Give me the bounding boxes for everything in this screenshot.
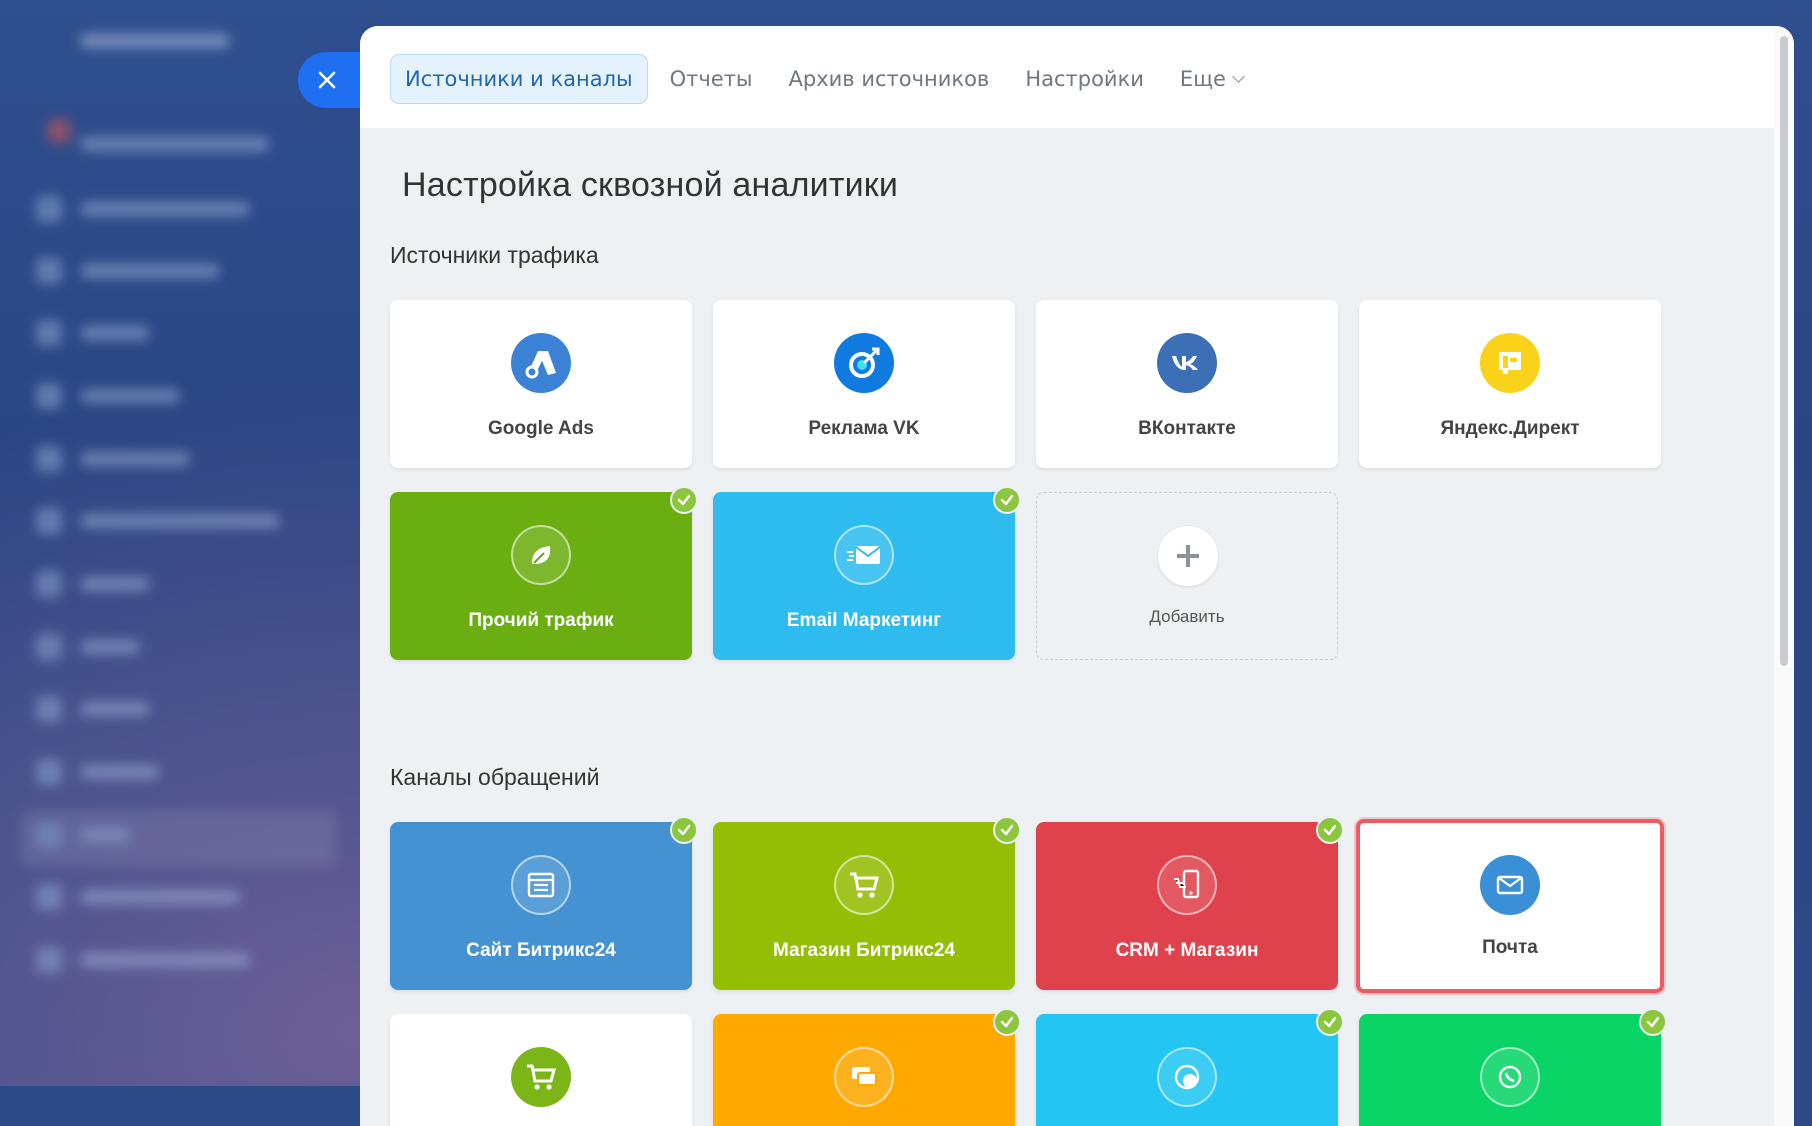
card-yandex-direct[interactable]: Яндекс.Директ [1359, 300, 1661, 468]
card-label: Email Маркетинг [786, 610, 942, 631]
section-title-channels: Каналы обращений [390, 764, 600, 790]
connected-check-icon [993, 816, 1021, 844]
connected-check-icon [993, 1008, 1021, 1036]
card-chat-partial[interactable] [713, 1008, 1021, 1126]
phone-cart-icon [1157, 855, 1217, 915]
card-bitrix-store[interactable]: Магазин Битрикс24 [713, 816, 1021, 990]
connected-check-icon [1316, 1008, 1344, 1036]
chat-icon [834, 1047, 894, 1107]
tab-reports[interactable]: Отчеты [652, 55, 771, 103]
card-label: Яндекс.Директ [1440, 418, 1580, 439]
tab-more-label: Еще [1179, 67, 1226, 91]
tab-more[interactable]: Еще [1162, 55, 1261, 103]
top-tabs-bar: Источники и каналы Отчеты Архив источник… [360, 26, 1774, 128]
card-label: Реклама VK [808, 418, 920, 439]
cart-icon [511, 1047, 571, 1107]
tab-source-archive[interactable]: Архив источников [771, 55, 1008, 103]
card-label: Добавить [1149, 607, 1225, 626]
call-24-icon [1157, 1047, 1217, 1107]
mail-icon [1480, 855, 1540, 915]
card-vkontakte[interactable]: ВКонтакте [1036, 300, 1338, 468]
card-store-partial[interactable] [390, 1014, 692, 1126]
tabs: Источники и каналы Отчеты Архив источник… [390, 54, 1261, 104]
card-bitrix-site[interactable]: Сайт Битрикс24 [390, 816, 698, 990]
card-label: Почта [1482, 937, 1538, 958]
card-crm-store[interactable]: CRM + Магазин [1036, 816, 1344, 990]
close-slider-button[interactable] [298, 52, 368, 108]
card-label: Сайт Битрикс24 [466, 940, 616, 961]
card-other-traffic[interactable]: Прочий трафик [390, 486, 698, 660]
google-ads-icon [511, 333, 571, 393]
card-calls-partial[interactable] [1036, 1008, 1344, 1126]
connected-check-icon [670, 486, 698, 514]
page-title: Настройка сквозной аналитики [402, 166, 899, 204]
cart-icon [834, 855, 894, 915]
card-mail[interactable]: Почта [1356, 819, 1664, 993]
tab-sources-channels[interactable]: Источники и каналы [390, 54, 648, 104]
analytics-slider-panel: Источники и каналы Отчеты Архив источник… [360, 26, 1794, 1126]
card-vk-ads[interactable]: Реклама VK [713, 300, 1015, 468]
card-google-ads[interactable]: Google Ads [390, 300, 692, 468]
card-whatsapp-partial[interactable] [1359, 1008, 1667, 1126]
scrollbar-thumb[interactable] [1780, 36, 1788, 666]
whatsapp-icon [1480, 1047, 1540, 1107]
background-sidebar [0, 0, 370, 1086]
connected-check-icon [670, 816, 698, 844]
chevron-down-icon [1232, 70, 1245, 83]
website-icon [511, 855, 571, 915]
scrollbar[interactable] [1774, 26, 1794, 1126]
card-email-marketing[interactable]: Email Маркетинг [713, 486, 1021, 660]
leaf-icon [511, 525, 571, 585]
tab-settings[interactable]: Настройки [1007, 55, 1162, 103]
connected-check-icon [993, 486, 1021, 514]
close-icon [318, 71, 336, 89]
vk-icon [1157, 333, 1217, 393]
card-label: Прочий трафик [468, 610, 614, 631]
vk-ads-icon [834, 333, 894, 393]
plus-icon [1158, 526, 1218, 586]
connected-check-icon [1316, 816, 1344, 844]
email-icon [834, 525, 894, 585]
card-label: CRM + Магазин [1115, 940, 1259, 961]
yandex-direct-icon [1480, 333, 1540, 393]
connected-check-icon [1639, 1008, 1667, 1036]
card-label: Google Ads [488, 418, 594, 439]
card-add-source[interactable]: Добавить [1036, 492, 1338, 660]
card-label: ВКонтакте [1138, 418, 1236, 439]
card-label: Магазин Битрикс24 [772, 940, 956, 961]
section-title-traffic: Источники трафика [390, 242, 599, 268]
